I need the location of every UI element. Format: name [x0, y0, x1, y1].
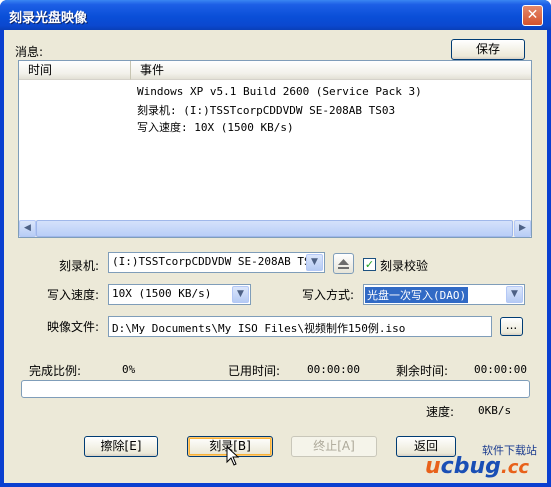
verify-checkbox[interactable]: ✓	[363, 258, 376, 271]
speed-value: 10X (1500 KB/s)	[112, 287, 212, 300]
speed-status-value: 0KB/s	[478, 404, 512, 417]
site-watermark: 软件下载站 ucbug.cc	[423, 444, 543, 484]
write-mode-label: 写入方式:	[302, 288, 355, 302]
browse-button[interactable]: ...	[500, 317, 523, 336]
log-row: 写入速度: 10X (1500 KB/s)	[137, 121, 294, 134]
write-mode-select[interactable]: 光盘一次写入(DAO) ▼	[363, 284, 525, 305]
column-header-event[interactable]: 事件	[131, 61, 531, 80]
burner-value: (I:)TSSTcorpCDDVDW SE-208AB TS03	[112, 255, 324, 268]
stop-button[interactable]: 终止[A]	[291, 436, 377, 457]
scroll-left-button[interactable]: ◀	[19, 220, 36, 237]
erase-button[interactable]: 擦除[E]	[84, 436, 158, 457]
write-mode-value: 光盘一次写入(DAO)	[365, 287, 469, 303]
scroll-thumb[interactable]	[36, 220, 513, 237]
eject-button[interactable]	[333, 253, 354, 274]
horizontal-scrollbar[interactable]: ◀ ▶	[19, 220, 531, 237]
messages-label: 消息:	[15, 45, 44, 59]
message-list[interactable]: 时间 事件 Windows XP v5.1 Build 2600 (Servic…	[18, 60, 532, 238]
chevron-left-icon: ◀	[24, 223, 31, 233]
elapsed-label: 已用时间:	[228, 364, 281, 378]
remaining-label: 剩余时间:	[396, 364, 449, 378]
mouse-cursor-icon	[226, 446, 240, 466]
column-header-time[interactable]: 时间	[19, 61, 131, 80]
burner-select[interactable]: (I:)TSSTcorpCDDVDW SE-208AB TS03 ▼	[108, 252, 325, 273]
close-icon: ✕	[526, 7, 539, 23]
elapsed-value: 00:00:00	[307, 363, 360, 376]
save-button[interactable]: 保存	[451, 39, 525, 60]
eject-icon	[338, 259, 349, 269]
percent-label: 完成比例:	[29, 364, 82, 378]
log-row: Windows XP v5.1 Build 2600 (Service Pack…	[137, 85, 422, 98]
chevron-down-icon[interactable]: ▼	[232, 286, 249, 303]
log-row: 刻录机: (I:)TSSTcorpCDDVDW SE-208AB TS03	[137, 104, 396, 117]
percent-value: 0%	[122, 363, 136, 376]
title-bar[interactable]: 刻录光盘映像 ✕	[0, 0, 551, 30]
image-file-path: D:\My Documents\My ISO Files\视频制作150例.is…	[112, 322, 406, 335]
burn-image-dialog: 刻录光盘映像 ✕ 消息: 保存 时间 事件 Windows XP v5.1 Bu…	[0, 0, 551, 487]
scroll-right-button[interactable]: ▶	[514, 220, 531, 237]
speed-status-label: 速度:	[426, 405, 455, 419]
speed-label: 写入速度:	[47, 288, 100, 302]
chevron-down-icon[interactable]: ▼	[306, 254, 323, 271]
window-title: 刻录光盘映像	[9, 11, 88, 26]
close-button[interactable]: ✕	[522, 5, 543, 26]
burner-label: 刻录机:	[59, 259, 100, 273]
remaining-value: 00:00:00	[474, 363, 527, 376]
speed-select[interactable]: 10X (1500 KB/s) ▼	[108, 284, 251, 305]
image-file-label: 映像文件:	[47, 320, 100, 334]
chevron-right-icon: ▶	[519, 223, 526, 233]
watermark-logo: ucbug.cc	[425, 454, 530, 479]
dialog-body: 消息: 保存 时间 事件 Windows XP v5.1 Build 2600 …	[4, 30, 547, 483]
chevron-down-icon[interactable]: ▼	[506, 286, 523, 303]
verify-label[interactable]: 刻录校验	[380, 257, 428, 274]
image-file-input[interactable]: D:\My Documents\My ISO Files\视频制作150例.is…	[108, 316, 492, 337]
progress-bar	[21, 380, 530, 398]
